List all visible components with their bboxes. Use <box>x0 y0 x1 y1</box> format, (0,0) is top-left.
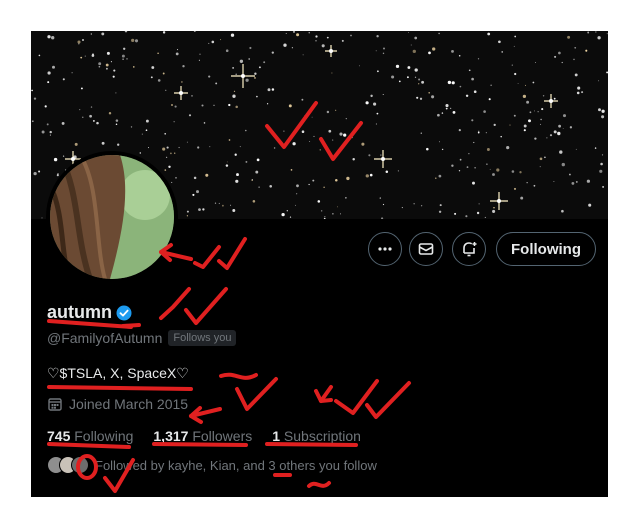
check-mark <box>193 245 221 269</box>
arrow-line <box>189 407 222 418</box>
subscription-stat[interactable]: 1 Subscription <box>272 428 361 444</box>
underline <box>265 442 358 447</box>
notifications-button[interactable] <box>452 232 486 266</box>
arrow-head <box>189 406 203 424</box>
subscription-count: 1 <box>272 428 281 444</box>
check-mark <box>365 381 411 419</box>
envelope-icon <box>418 243 434 255</box>
check-mark <box>184 287 228 325</box>
check-mark <box>217 237 247 270</box>
follower-avatar <box>71 456 89 474</box>
underline <box>47 442 131 449</box>
verified-badge-icon[interactable] <box>116 305 132 321</box>
subscription-label: Subscription <box>283 428 361 444</box>
followers-stat[interactable]: 1,317 Followers <box>153 428 252 444</box>
underline <box>121 323 141 328</box>
handle: @FamilyofAutumn <box>47 330 163 346</box>
followed-by-row[interactable]: Followed by kayhe, Kian, and 3 others yo… <box>47 456 377 474</box>
followed-by-text: Followed by kayhe, Kian, and 3 others yo… <box>95 457 377 473</box>
calendar-icon <box>48 398 62 411</box>
more-button[interactable] <box>368 232 402 266</box>
follows-you-badge: Follows you <box>168 330 237 346</box>
followers-count: 1,317 <box>153 428 189 444</box>
underline <box>47 385 193 391</box>
display-name: autumn <box>47 302 112 322</box>
check-mark <box>159 287 191 320</box>
following-label: Following <box>74 428 134 444</box>
bio: ♡$TSLA, X, SpaceX♡ <box>47 365 189 381</box>
check-mark <box>235 377 278 411</box>
arrow-head <box>314 389 333 403</box>
squiggle <box>307 481 331 488</box>
bell-plus-icon <box>463 242 477 257</box>
profile-screen: Following autumn @FamilyofAutumn Follows… <box>31 31 608 497</box>
joined-date: Joined March 2015 <box>69 396 189 412</box>
following-button[interactable]: Following <box>496 232 596 266</box>
joined-row: Joined March 2015 <box>47 396 188 412</box>
name-row: autumn <box>47 302 132 323</box>
squiggle <box>219 372 258 380</box>
following-stat[interactable]: 745 Following <box>47 428 133 444</box>
arrow-line <box>319 385 333 403</box>
handle-row: @FamilyofAutumn Follows you <box>47 330 237 346</box>
message-button[interactable] <box>409 232 443 266</box>
stats-row: 745 Following 1,317 Followers 1 Subscrip… <box>47 428 381 444</box>
check-mark <box>334 379 379 415</box>
underline <box>152 442 248 447</box>
followers-label: Followers <box>192 428 253 444</box>
avatar-photo <box>50 155 174 279</box>
following-count: 745 <box>47 428 71 444</box>
more-horizontal-icon <box>378 247 392 251</box>
profile-avatar[interactable] <box>46 151 178 283</box>
